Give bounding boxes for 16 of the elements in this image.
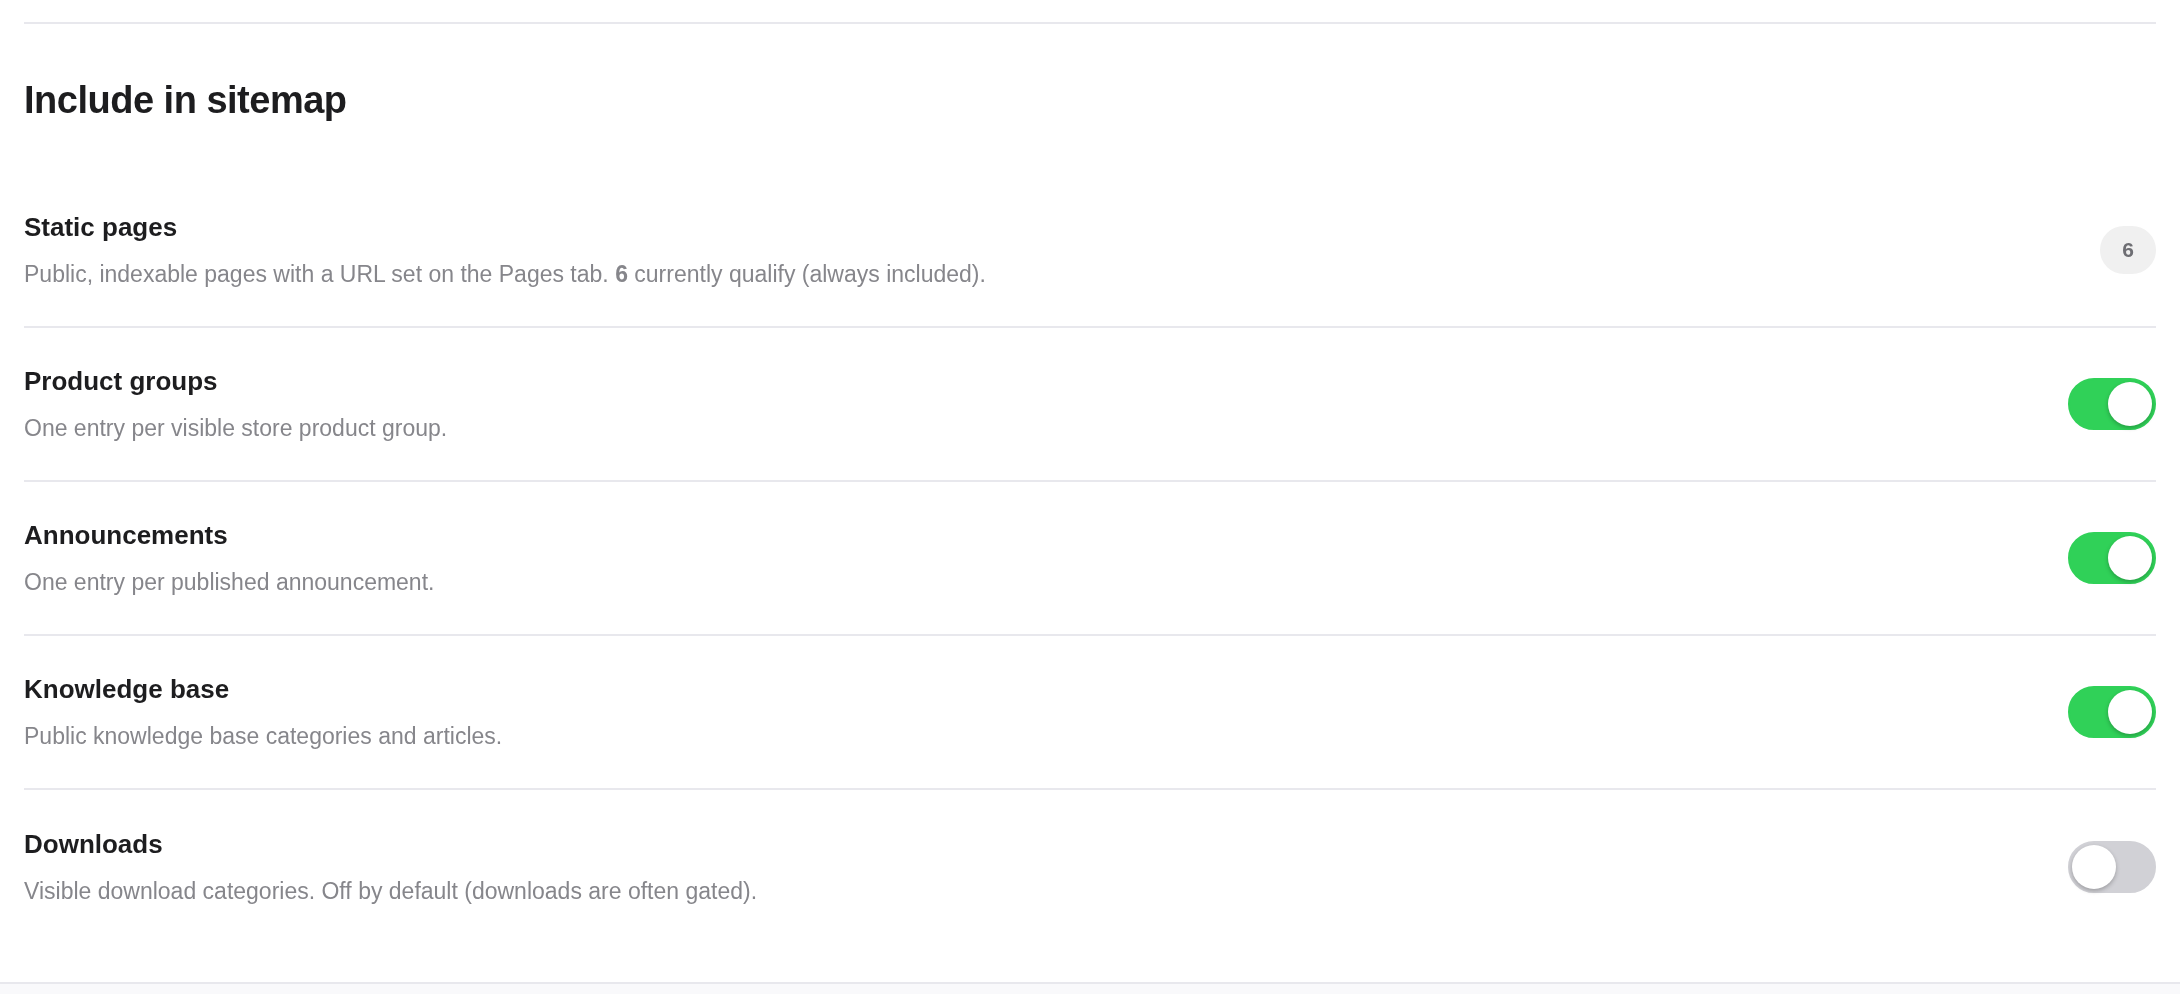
setting-title: Downloads: [24, 828, 164, 862]
setting-title: Product groups: [24, 365, 219, 399]
setting-description: Public, indexable pages with a URL set on the Pages tab. 6 currently qualify (always included).: [24, 260, 986, 290]
toggle-switch[interactable]: [2068, 377, 2156, 430]
toggle-switch[interactable]: [2068, 840, 2156, 893]
toggle-switch[interactable]: [2068, 531, 2156, 584]
setting-title: Announcements: [24, 519, 229, 553]
section-title: Include in sitemap: [24, 80, 348, 122]
setting-title: Knowledge base: [24, 673, 231, 707]
setting-description: One entry per visible store product group.: [24, 414, 448, 444]
count-pill: 6: [2100, 225, 2156, 274]
setting-title: Static pages: [24, 211, 179, 245]
setting-description: Visible download categories. Off by default (downloads are often gated).: [24, 877, 758, 907]
toggle-switch[interactable]: [2068, 685, 2156, 738]
setting-description: One entry per published announcement.: [24, 568, 435, 598]
setting-description: Public knowledge base categories and articles.: [24, 722, 503, 752]
